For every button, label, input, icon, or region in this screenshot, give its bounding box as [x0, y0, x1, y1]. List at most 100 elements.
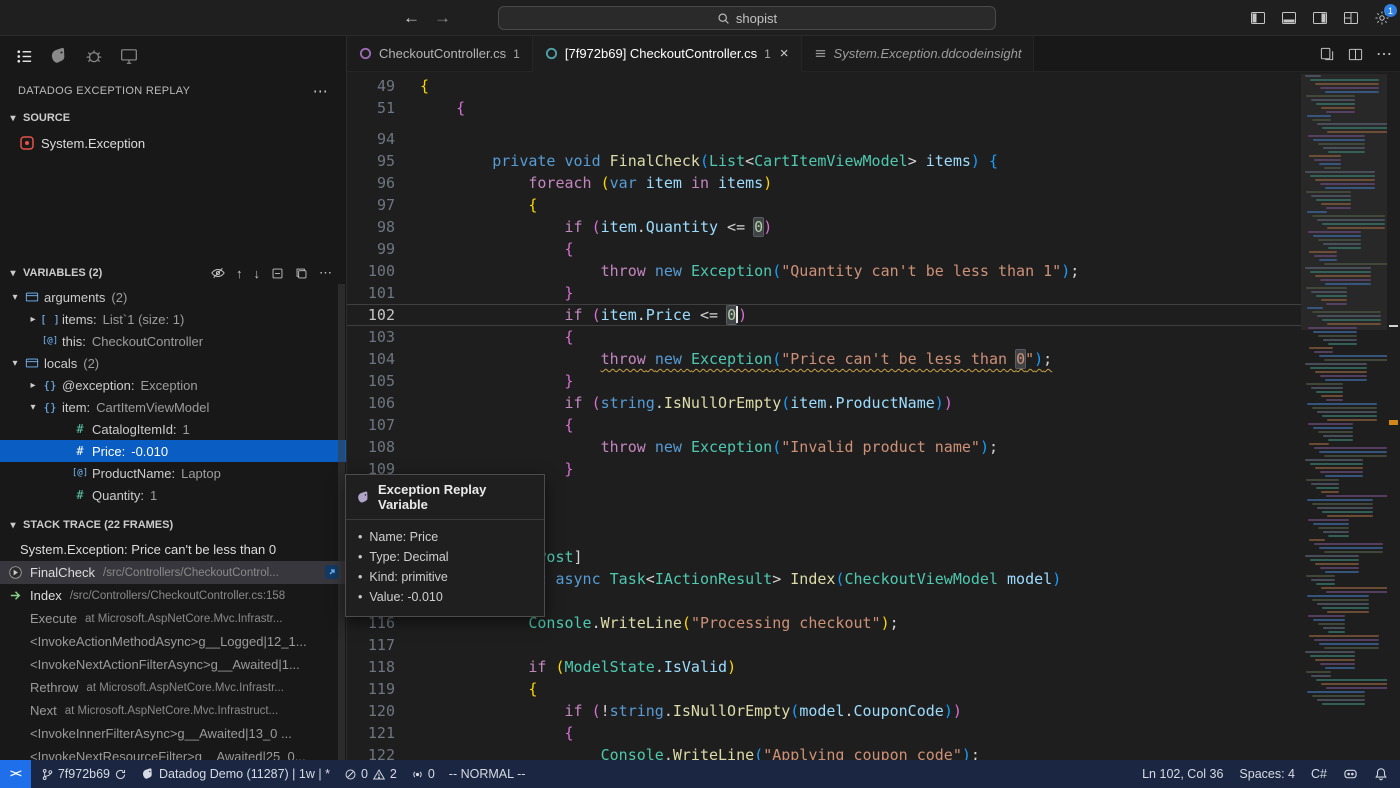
collapse-all-icon[interactable]	[271, 267, 284, 280]
customize-layout-icon[interactable]	[1343, 10, 1359, 26]
code-line-94[interactable]: 94	[347, 128, 1301, 150]
datadog-dog-icon[interactable]	[48, 45, 70, 67]
variables-section-header[interactable]: ▾ VARIABLES (2) ↑ ↓ ⋯	[0, 260, 346, 286]
stack-frame-row[interactable]: Rethrowat Microsoft.AspNetCore.Mvc.Infra…	[0, 676, 346, 699]
chevron-icon: ▸	[26, 380, 40, 391]
tab-checkoutcontroller[interactable]: CheckoutController.cs 1	[347, 36, 533, 72]
indentation-status[interactable]: Spaces: 4	[1239, 767, 1295, 781]
minimap[interactable]	[1301, 72, 1387, 760]
code-line-107[interactable]: 107 {	[347, 414, 1301, 436]
vim-mode-status[interactable]: -- NORMAL --	[449, 767, 526, 781]
variable-row[interactable]: #Quantity:1	[0, 484, 346, 506]
code-line-101[interactable]: 101 }	[347, 282, 1301, 304]
stack-trace-section-header[interactable]: ▾ STACK TRACE (22 FRAMES)	[0, 512, 346, 538]
copy-icon[interactable]	[295, 267, 308, 280]
code-line-119[interactable]: 119 {	[347, 678, 1301, 700]
source-item-system-exception[interactable]: System.Exception	[0, 130, 346, 156]
csharp-file-icon	[359, 47, 372, 60]
code-line-105[interactable]: 105 }	[347, 370, 1301, 392]
variable-row[interactable]: #Price:-0.010	[0, 440, 346, 462]
stack-frame-row[interactable]: <InvokeActionMethodAsync>g__Logged|12_1.…	[0, 630, 346, 653]
stack-frame-row[interactable]: <InvokeNextResourceFilter>g__Awaited|25_…	[0, 745, 346, 760]
tab-ddcodeinsight[interactable]: System.Exception.ddcodeinsight	[802, 36, 1035, 72]
hide-values-eye-icon[interactable]	[211, 266, 225, 280]
remote-indicator[interactable]: ><	[0, 760, 31, 788]
more-actions-icon[interactable]: ⋯	[1376, 44, 1392, 64]
cursor-position-status[interactable]: Ln 102, Col 36	[1142, 767, 1223, 781]
variable-row[interactable]: ▾arguments(2)	[0, 286, 346, 308]
code-line-96[interactable]: 96 foreach (var item in items)	[347, 172, 1301, 194]
toggle-panel-icon[interactable]	[1281, 10, 1297, 26]
exception-replay-view-icon[interactable]	[13, 45, 35, 67]
tooltip-title: Exception Replay Variable	[378, 482, 534, 512]
variable-row[interactable]: ▸[ ]items:List`1 (size: 1)	[0, 308, 346, 330]
tab-label: System.Exception.ddcodeinsight	[834, 46, 1022, 61]
toggle-secondary-sidebar-icon[interactable]	[1312, 10, 1328, 26]
source-section-header[interactable]: ▾ SOURCE	[0, 106, 346, 130]
code-line-95[interactable]: 95 private void FinalCheck(List<CartItem…	[347, 150, 1301, 172]
stack-frame-row[interactable]: <InvokeNextActionFilterAsync>g__Awaited|…	[0, 653, 346, 676]
debug-bug-icon[interactable]	[83, 45, 105, 67]
toggle-primary-sidebar-icon[interactable]	[1250, 10, 1266, 26]
variable-row[interactable]: [@]ProductName:Laptop	[0, 462, 346, 484]
stack-frame-row[interactable]: <InvokeInnerFilterAsync>g__Awaited|13_0 …	[0, 722, 346, 745]
variable-row[interactable]: [@]this:CheckoutController	[0, 330, 346, 352]
stack-frame-row[interactable]: System.Exception: Price can't be less th…	[0, 538, 346, 561]
code-line-102[interactable]: 102 if (item.Price <= 0)	[347, 304, 1301, 326]
notifications-bell-icon[interactable]	[1374, 767, 1388, 781]
datadog-project-status[interactable]: Datadog Demo (11287) | 1w | *	[141, 767, 330, 781]
number-type-icon: #	[70, 422, 90, 436]
split-editor-icon[interactable]	[1348, 47, 1363, 62]
stack-frame-row[interactable]: Nextat Microsoft.AspNetCore.Mvc.Infrastr…	[0, 699, 346, 722]
command-center-search[interactable]: shopist	[498, 6, 996, 30]
problems-status[interactable]: 0 2	[344, 767, 397, 781]
variable-value: CartItemViewModel	[96, 400, 209, 415]
code-line-97[interactable]: 97 {	[347, 194, 1301, 216]
code-line-106[interactable]: 106 if (string.IsNullOrEmpty(item.Produc…	[347, 392, 1301, 414]
panel-more-actions-icon[interactable]: ⋯	[313, 82, 328, 100]
arrow-down-icon[interactable]: ↓	[254, 266, 261, 281]
variable-row[interactable]: #CatalogItemId:1	[0, 418, 346, 440]
code-line-99[interactable]: 99 {	[347, 238, 1301, 260]
code-line-121[interactable]: 121 {	[347, 722, 1301, 744]
code-line-118[interactable]: 118 if (ModelState.IsValid)	[347, 656, 1301, 678]
chevron-icon: ▾	[8, 358, 22, 369]
overview-ruler[interactable]	[1387, 72, 1400, 760]
frame-detail: at Microsoft.AspNetCore.Mvc.Infrastr...	[86, 682, 283, 694]
warning-mark	[1389, 420, 1398, 425]
code-line-117[interactable]: 117	[347, 634, 1301, 656]
variable-row[interactable]: ▾{}item:CartItemViewModel	[0, 396, 346, 418]
settings-gear-icon[interactable]: 1	[1374, 10, 1390, 26]
language-mode-status[interactable]: C#	[1311, 767, 1327, 781]
code-line-120[interactable]: 120 if (!string.IsNullOrEmpty(model.Coup…	[347, 700, 1301, 722]
sidebar-scrollbar[interactable]	[338, 284, 345, 760]
arrow-up-icon[interactable]: ↑	[236, 266, 243, 281]
forward-arrow-icon[interactable]: →	[434, 8, 451, 28]
variable-value: (2)	[83, 356, 99, 371]
monitor-screen-icon[interactable]	[118, 45, 140, 67]
open-changes-icon[interactable]	[1320, 47, 1335, 62]
back-arrow-icon[interactable]: ←	[403, 8, 420, 28]
code-line-104[interactable]: 104 throw new Exception("Price can't be …	[347, 348, 1301, 370]
close-tab-icon[interactable]: ×	[780, 45, 789, 62]
code-line-49[interactable]: 49{	[347, 75, 1301, 97]
code-line-51[interactable]: 51 {	[347, 97, 1301, 119]
copilot-icon[interactable]	[1343, 768, 1358, 781]
error-icon	[344, 768, 357, 781]
variable-row[interactable]: ▾locals(2)	[0, 352, 346, 374]
code-line-100[interactable]: 100 throw new Exception("Quantity can't …	[347, 260, 1301, 282]
code-line-98[interactable]: 98 if (item.Quantity <= 0)	[347, 216, 1301, 238]
ports-status[interactable]: 0	[411, 767, 435, 781]
editor-pane: CheckoutController.cs 1 [7f972b69] Check…	[347, 36, 1400, 760]
code-line-122[interactable]: 122 Console.WriteLine("Applying coupon c…	[347, 744, 1301, 760]
stack-frame-row[interactable]: Index/src/Controllers/CheckoutController…	[0, 584, 346, 607]
frame-label: Index	[30, 588, 62, 603]
tab-snapshot-checkoutcontroller[interactable]: [7f972b69] CheckoutController.cs 1 ×	[533, 36, 802, 72]
stack-frame-row[interactable]: Executeat Microsoft.AspNetCore.Mvc.Infra…	[0, 607, 346, 630]
code-line-108[interactable]: 108 throw new Exception("Invalid product…	[347, 436, 1301, 458]
variable-row[interactable]: ▸{}@exception:Exception	[0, 374, 346, 396]
git-branch-status[interactable]: 7f972b69	[41, 767, 127, 781]
code-line-103[interactable]: 103 {	[347, 326, 1301, 348]
stack-frame-row[interactable]: FinalCheck/src/Controllers/CheckoutContr…	[0, 561, 346, 584]
more-actions-icon[interactable]: ⋯	[319, 265, 332, 281]
